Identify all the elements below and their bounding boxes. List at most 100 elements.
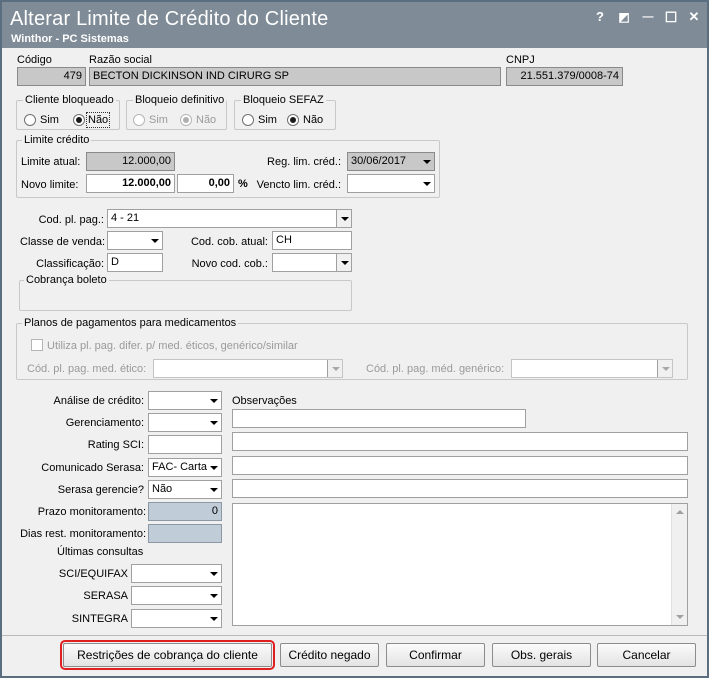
comunicado-serasa-label: Comunicado Serasa: <box>41 462 144 474</box>
serasa-gerencie-value: Não <box>152 483 173 495</box>
chevron-down-icon[interactable] <box>336 210 351 227</box>
help-icon[interactable]: ? <box>591 8 609 26</box>
confirmar-button[interactable]: Confirmar <box>386 643 485 667</box>
novo-cod-cob-select[interactable] <box>272 253 352 272</box>
scroll-down-icon[interactable] <box>676 615 684 619</box>
prazo-monitoramento-field: 0 <box>148 502 222 521</box>
novo-cod-cob-label: Novo cod. cob.: <box>191 258 268 270</box>
utiliza-pl-pag-checkbox <box>31 339 43 351</box>
generico-label: Cód. pl. pag. méd. genérico: <box>366 363 505 375</box>
observacoes-scrollbar[interactable] <box>671 504 687 625</box>
comunicado-serasa-value: FAC- Carta <box>152 461 208 473</box>
classificacao-label: Classificação: <box>36 258 104 270</box>
window-title: Alterar Limite de Crédito do Cliente <box>10 8 329 30</box>
restore-icon[interactable]: ◩ <box>615 8 633 26</box>
chevron-down-icon[interactable] <box>147 232 162 249</box>
etico-label: Cód. pl. pag. med. ético: <box>27 363 147 375</box>
cnpj-field: 21.551.379/0008-74 <box>506 67 623 86</box>
cliente-bloqueado-nao-radio[interactable] <box>73 114 85 126</box>
vencto-date-picker[interactable] <box>347 174 435 193</box>
scroll-up-icon[interactable] <box>676 510 684 514</box>
restricoes-cobranca-button[interactable]: Restrições de cobrança do cliente <box>60 640 275 670</box>
cod-cob-atual-label: Cod. cob. atual: <box>190 236 268 248</box>
bloqueio-definitivo-sim-radio <box>133 114 145 126</box>
limite-atual-field: 12.000,00 <box>86 152 175 171</box>
classe-venda-select[interactable] <box>107 231 163 250</box>
cancelar-button[interactable]: Cancelar <box>597 643 696 667</box>
observacao-line-4[interactable] <box>232 479 688 498</box>
observacao-line-1[interactable] <box>232 409 526 428</box>
credito-negado-button[interactable]: Crédito negado <box>280 643 379 667</box>
chevron-down-icon[interactable] <box>206 481 221 498</box>
window-subtitle: Winthor - PC Sistemas <box>11 33 129 45</box>
reg-lim-date-picker[interactable]: 30/06/2017 <box>347 152 435 171</box>
serasa-label: SERASA <box>83 590 128 602</box>
serasa-gerencie-label: Serasa gerencie? <box>57 484 144 496</box>
title-bar: Alterar Limite de Crédito do Cliente Win… <box>2 2 707 48</box>
limite-atual-label: Limite atual: <box>21 156 81 168</box>
rating-sci-field[interactable] <box>148 435 222 454</box>
dias-rest-monitoramento-field <box>148 524 222 543</box>
chevron-down-icon[interactable] <box>206 610 221 627</box>
sintegra-label: SINTEGRA <box>71 613 128 625</box>
analise-credito-label: Análise de crédito: <box>53 395 145 407</box>
generico-select <box>511 359 673 378</box>
codigo-label: Código <box>17 54 52 66</box>
classificacao-field[interactable]: D <box>107 253 163 272</box>
classe-venda-label: Classe de venda: <box>20 236 105 248</box>
cod-pl-pag-value: 4 - 21 <box>111 212 140 224</box>
chevron-down-icon[interactable] <box>419 175 434 192</box>
observacoes-label: Observações <box>232 395 297 407</box>
cod-pl-pag-select[interactable]: 4 - 21 <box>107 209 352 228</box>
chevron-down-icon[interactable] <box>336 254 351 271</box>
razao-social-field: BECTON DICKINSON IND CIRURG SP <box>89 67 501 86</box>
serasa-select[interactable] <box>131 586 222 605</box>
credit-limit-dialog: Alterar Limite de Crédito do Cliente Win… <box>0 0 709 678</box>
utiliza-pl-pag-label: Utiliza pl. pag. difer. p/ med. éticos, … <box>47 340 298 352</box>
chevron-down-icon <box>657 360 672 377</box>
bloqueio-definitivo-nao-radio <box>180 114 192 126</box>
bloqueio-sefaz-nao-radio[interactable] <box>287 114 299 126</box>
analise-credito-select[interactable] <box>148 391 222 410</box>
minimize-icon[interactable]: — <box>639 8 657 26</box>
rating-sci-label: Rating SCI: <box>87 439 144 451</box>
medicamentos-title: Planos de pagamentos para medicamentos <box>22 316 239 330</box>
chevron-down-icon[interactable] <box>206 565 221 582</box>
sci-equifax-label: SCI/EQUIFAX <box>58 568 128 580</box>
novo-limite-label: Novo limite: <box>21 179 79 191</box>
chevron-down-icon[interactable] <box>419 153 434 170</box>
novo-limite-input[interactable]: 12.000,00 <box>86 174 175 193</box>
chevron-down-icon[interactable] <box>206 392 221 409</box>
obs-gerais-button[interactable]: Obs. gerais <box>492 643 591 667</box>
observacao-line-3[interactable] <box>232 456 688 475</box>
bloqueio-sefaz-sim-label: Sim <box>258 114 277 126</box>
maximize-icon[interactable]: ☐ <box>662 8 680 26</box>
cliente-bloqueado-sim-label: Sim <box>40 114 59 126</box>
serasa-gerencie-select[interactable]: Não <box>148 480 222 499</box>
chevron-down-icon[interactable] <box>206 587 221 604</box>
chevron-down-icon[interactable] <box>206 459 221 476</box>
bloqueio-sefaz-sim-radio[interactable] <box>242 114 254 126</box>
reg-lim-label: Reg. lim. créd.: <box>267 156 341 168</box>
limite-credito-title: Limite crédito <box>22 133 92 147</box>
chevron-down-icon <box>327 360 342 377</box>
gerenciamento-select[interactable] <box>148 413 222 432</box>
percent-input[interactable]: 0,00 <box>177 174 234 193</box>
cod-pl-pag-label: Cod. pl. pag.: <box>38 214 104 226</box>
chevron-down-icon[interactable] <box>206 414 221 431</box>
observacoes-memo[interactable] <box>232 503 688 626</box>
cliente-bloqueado-nao-label: Não <box>88 114 109 126</box>
razao-social-label: Razão social <box>89 54 152 66</box>
codigo-field: 479 <box>17 67 86 86</box>
sintegra-select[interactable] <box>131 609 222 628</box>
button-bar-divider <box>2 635 707 636</box>
close-icon[interactable]: ✕ <box>685 8 703 26</box>
cliente-bloqueado-sim-radio[interactable] <box>24 114 36 126</box>
comunicado-serasa-select[interactable]: FAC- Carta <box>148 458 222 477</box>
ultimas-consultas-label: Últimas consultas <box>57 546 144 558</box>
etico-select <box>153 359 343 378</box>
sci-equifax-select[interactable] <box>131 564 222 583</box>
observacao-line-2[interactable] <box>232 432 688 451</box>
vencto-label: Vencto lim. créd.: <box>256 179 341 191</box>
bloqueio-definitivo-nao-label: Não <box>196 114 217 126</box>
